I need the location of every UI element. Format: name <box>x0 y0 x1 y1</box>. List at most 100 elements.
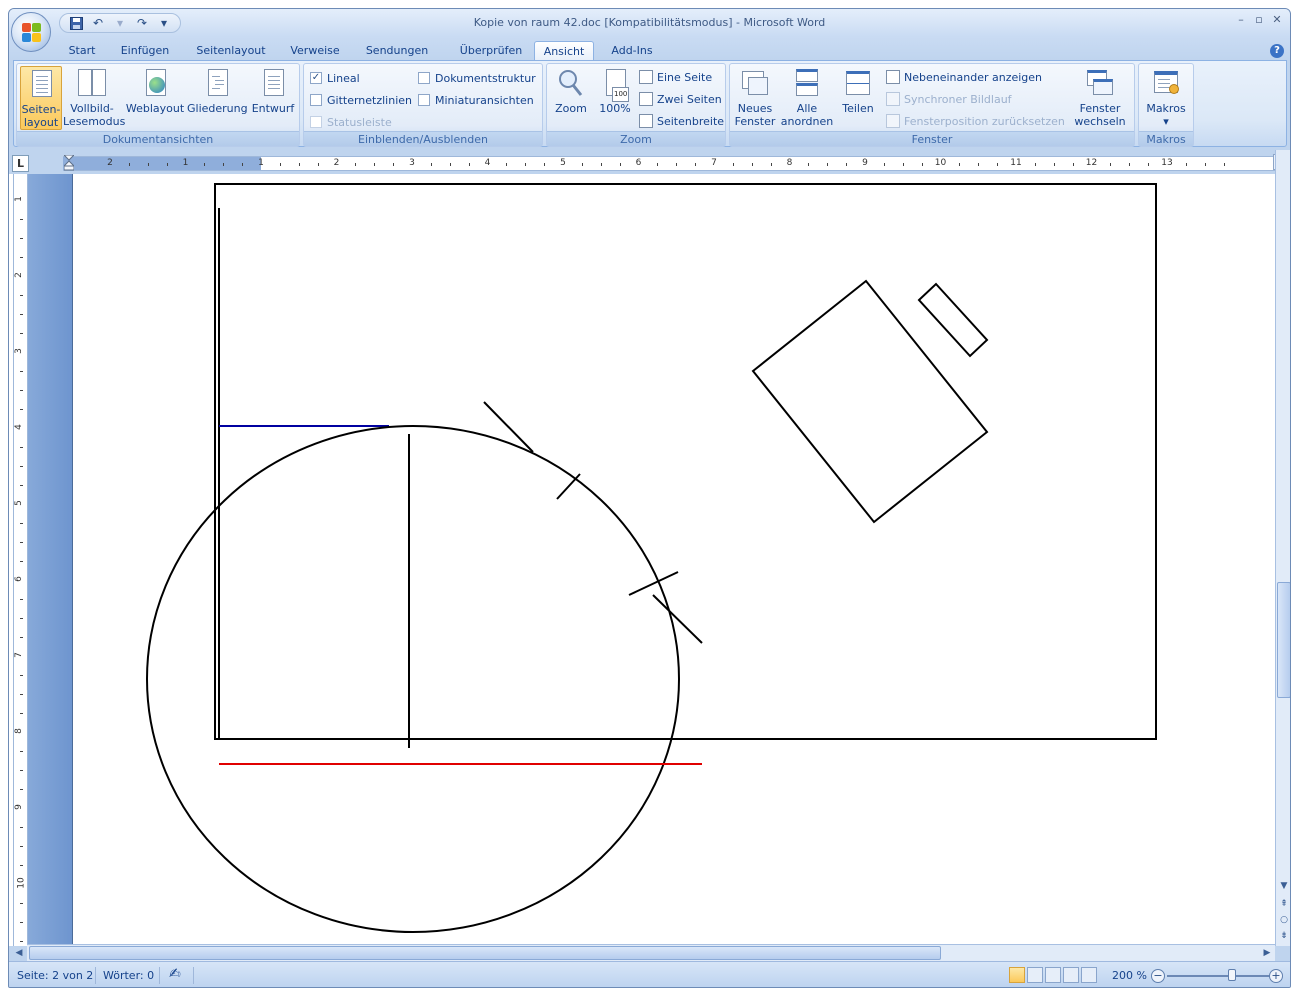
circle-shape[interactable] <box>146 425 680 933</box>
tab-einfuegen[interactable]: Einfügen <box>113 41 177 61</box>
eine-seite-button[interactable]: Eine Seite <box>639 68 712 86</box>
tab-sendungen[interactable]: Sendungen <box>357 41 437 61</box>
status-separator <box>95 967 96 984</box>
scroll-down-icon[interactable]: ▼ <box>1278 880 1290 892</box>
ruler-tick <box>902 163 904 166</box>
zoom-level[interactable]: 200 % <box>1112 969 1147 982</box>
horizontal-scrollbar[interactable]: ◀ ▶ <box>16 944 1275 961</box>
proofing-icon[interactable]: ✍ <box>169 966 181 982</box>
nebeneinander-button[interactable]: Nebeneinander anzeigen <box>886 68 1042 86</box>
outline-view-icon[interactable] <box>1063 967 1079 983</box>
office-button[interactable] <box>11 12 51 52</box>
vertical-scroll-thumb[interactable] <box>1277 582 1290 698</box>
ruler-tick <box>600 163 602 166</box>
print-layout-view-icon[interactable] <box>1009 967 1025 983</box>
seitenlayout-label-1: Seiten- <box>21 103 61 116</box>
dokumentstruktur-checkbox[interactable]: Dokumentstruktur <box>418 70 536 86</box>
full-screen-reading-view-icon[interactable] <box>1027 967 1043 983</box>
close-button[interactable]: ✕ <box>1268 12 1286 28</box>
makros-button[interactable]: Makros ▾ <box>1142 66 1190 130</box>
vollbild-label-2: Lesemodus <box>63 115 126 128</box>
diagonal-line-2[interactable] <box>652 594 703 644</box>
ruler-number: 1 <box>13 196 24 202</box>
draft-view-icon[interactable] <box>1081 967 1097 983</box>
vertical-ruler[interactable]: 123456789101 <box>13 174 28 946</box>
indent-marker-icon[interactable] <box>64 155 74 171</box>
vertical-scrollbar[interactable]: ▼ ⇞ ○ ⇟ <box>1275 150 1290 946</box>
ruler-row: L 2112345678910111213 ▤ <box>9 150 1290 174</box>
zoom-100-button[interactable]: 100 100% <box>595 66 635 130</box>
ribbon: Seiten- layout Vollbild- Lesemodus Webla… <box>13 60 1287 147</box>
ruler-tick <box>1148 163 1150 166</box>
zoom-in-icon[interactable]: + <box>1269 969 1283 983</box>
horizontal-scroll-thumb[interactable] <box>29 946 941 960</box>
group-dokumentansichten: Seiten- layout Vollbild- Lesemodus Webla… <box>16 63 300 147</box>
ruler-tick <box>20 903 23 904</box>
draft-icon <box>258 68 288 98</box>
tab-seitenlayout[interactable]: Seitenlayout <box>189 41 273 61</box>
group-label-einblenden: Einblenden/Ausblenden <box>304 131 542 146</box>
checkbox-icon <box>418 94 430 106</box>
seitenbreite-button[interactable]: Seitenbreite <box>639 112 724 130</box>
diagonal-tick-2[interactable] <box>628 571 679 596</box>
zwei-seiten-button[interactable]: Zwei Seiten <box>639 90 722 108</box>
zoom-slider-thumb[interactable] <box>1228 969 1236 981</box>
floor-plan-drawing[interactable] <box>73 174 1275 946</box>
document-page[interactable] <box>72 174 1275 946</box>
seitenlayout-button[interactable]: Seiten- layout <box>20 66 62 130</box>
scroll-left-icon[interactable]: ◀ <box>13 947 25 959</box>
tab-ueberpruefen[interactable]: Überprüfen <box>448 41 534 61</box>
diagonal-tick-1[interactable] <box>556 473 581 500</box>
teilen-button[interactable]: Teilen <box>836 66 880 130</box>
miniaturansichten-checkbox[interactable]: Miniaturansichten <box>418 92 534 108</box>
maximize-button[interactable]: ▫ <box>1250 12 1268 28</box>
zoom-out-icon[interactable]: − <box>1151 969 1165 983</box>
neues-label-1: Neues <box>737 102 773 115</box>
reset-window-icon <box>886 114 900 128</box>
ruler-tick <box>751 163 753 166</box>
ruler-number: 4 <box>484 158 491 168</box>
statusleiste-checkbox[interactable]: Statusleiste <box>310 114 392 130</box>
ruler-tick <box>20 523 23 524</box>
table-rectangle[interactable] <box>751 279 989 524</box>
ruler-number: 13 <box>1161 158 1173 168</box>
scroll-right-icon[interactable]: ▶ <box>1261 947 1273 959</box>
tab-ansicht[interactable]: Ansicht <box>534 41 594 61</box>
office-logo-icon <box>22 23 41 42</box>
vollbild-lesemodus-button[interactable]: Vollbild- Lesemodus <box>63 66 126 130</box>
ruler-tick <box>20 713 23 714</box>
tab-start[interactable]: Start <box>61 41 103 61</box>
room-outline[interactable] <box>214 183 1157 740</box>
zoom-button[interactable]: Zoom <box>551 66 591 130</box>
gliederung-button[interactable]: Gliederung <box>187 66 248 130</box>
ruler-tick <box>20 314 23 315</box>
minimize-button[interactable]: – <box>1232 12 1250 28</box>
group-makros: Makros ▾ Makros <box>1138 63 1194 147</box>
next-page-icon[interactable]: ⇟ <box>1278 930 1290 942</box>
tab-add-ins[interactable]: Add-Ins <box>605 41 659 61</box>
neues-fenster-button[interactable]: Neues Fenster <box>732 66 778 130</box>
tab-selector-button[interactable]: L <box>12 155 29 172</box>
fenster-wechseln-button[interactable]: Fenster wechseln ▾ <box>1070 66 1130 141</box>
diagonal-line-1[interactable] <box>483 401 534 453</box>
alle-anordnen-button[interactable]: Alle anordnen <box>780 66 834 130</box>
ruler-tick <box>242 163 244 166</box>
weblayout-button[interactable]: Weblayout <box>125 66 185 130</box>
eine-seite-label: Eine Seite <box>657 70 713 84</box>
two-pages-icon <box>639 92 653 106</box>
zoom-slider[interactable] <box>1167 975 1271 977</box>
word-count-status[interactable]: Wörter: 0 <box>103 969 154 982</box>
web-layout-view-icon[interactable] <box>1045 967 1061 983</box>
entwurf-button[interactable]: Entwurf <box>249 66 297 130</box>
page-count-status[interactable]: Seite: 2 von 2 <box>17 969 93 982</box>
browse-object-icon[interactable]: ○ <box>1278 914 1290 926</box>
previous-page-icon[interactable]: ⇞ <box>1278 898 1290 910</box>
help-icon[interactable]: ? <box>1270 44 1284 58</box>
synchroner-bildlauf-button[interactable]: Synchroner Bildlauf <box>886 90 1012 108</box>
gitternetzlinien-checkbox[interactable]: Gitternetzlinien <box>310 92 412 108</box>
fensterposition-button[interactable]: Fensterposition zurücksetzen <box>886 112 1065 130</box>
horizontal-ruler[interactable]: 2 1 1 2 3 4 5 6 7 8 9 10 11 12 13 <box>63 156 1275 171</box>
tab-verweise[interactable]: Verweise <box>284 41 346 61</box>
small-rectangle[interactable] <box>917 282 989 358</box>
lineal-checkbox[interactable]: ✓ Lineal <box>310 70 360 86</box>
